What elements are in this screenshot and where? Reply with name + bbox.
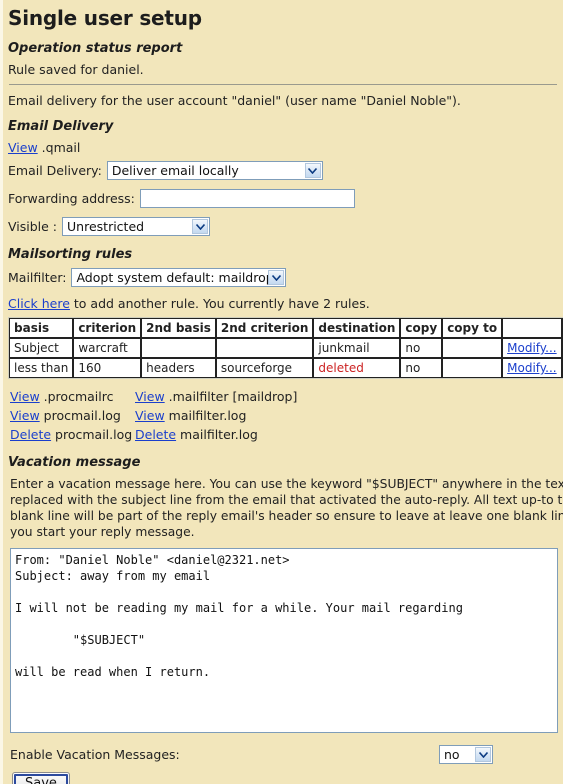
col-criterion: criterion: [73, 318, 142, 338]
log-row: Delete procmail.log Delete mailfilter.lo…: [10, 425, 563, 444]
cell-basis: Subject: [9, 338, 74, 358]
vacation-description: Enter a vacation message here. You can u…: [10, 477, 563, 539]
log-cell-delete-procmail-log: Delete procmail.log: [10, 425, 135, 444]
delete-procmail-log-link[interactable]: Delete: [10, 427, 51, 442]
divider: [9, 84, 557, 85]
view-procmailrc-link[interactable]: View: [10, 389, 40, 404]
cell-modify[interactable]: Modify...: [502, 358, 562, 378]
mailfilter-filename: .mailfilter [maildrop]: [164, 389, 298, 404]
mailsorting-heading: Mailsorting rules: [8, 247, 133, 262]
status-message: Rule saved for daniel.: [8, 62, 144, 77]
page-title: Single user setup: [8, 6, 202, 30]
enable-vacation-selected-value: no: [444, 747, 460, 762]
email-delivery-select[interactable]: Deliver email locally: [106, 161, 323, 180]
log-cell-mailfilter-log: View mailfilter.log: [135, 406, 385, 425]
visible-label: Visible :: [8, 219, 58, 234]
add-rule-link[interactable]: Click here: [8, 296, 70, 311]
mailfilter-select[interactable]: Adopt system default: maildrop: [71, 268, 287, 287]
add-rule-row: Click here to add another rule. You curr…: [8, 296, 563, 311]
log-row: View procmail.log View mailfilter.log: [10, 406, 563, 425]
mailfilter-log-filename: mailfilter.log: [176, 427, 258, 442]
chevron-down-icon[interactable]: [475, 747, 491, 762]
cell-copy-to: [442, 358, 503, 378]
enable-vacation-row: Enable Vacation Messages: no: [10, 745, 563, 764]
forwarding-address-row: Forwarding address:: [8, 189, 563, 208]
procmail-log-filename: procmail.log: [51, 427, 133, 442]
qmail-target: .qmail: [41, 140, 81, 155]
mailfilter-log-filename: mailfilter.log: [164, 408, 247, 423]
cell-destination: junkmail: [313, 338, 401, 358]
account-description: Email delivery for the user account "dan…: [8, 93, 461, 108]
log-cell-procmailrc: View .procmailrc: [10, 387, 135, 406]
mailfilter-row: Mailfilter: Adopt system default: maildr…: [8, 268, 563, 287]
save-button[interactable]: Save: [12, 772, 70, 784]
enable-vacation-select[interactable]: no: [439, 745, 493, 764]
mailfilter-label: Mailfilter:: [8, 270, 67, 285]
cell-2nd-criterion: [215, 338, 314, 358]
visible-select[interactable]: Unrestricted: [62, 217, 211, 236]
col-2nd-criterion: 2nd criterion: [215, 318, 314, 338]
rules-table-header-row: basis criterion 2nd basis 2nd criterion …: [9, 318, 563, 338]
modify-rule-link[interactable]: Modify...: [507, 341, 557, 355]
col-2nd-basis: 2nd basis: [141, 318, 216, 338]
cell-copy: no: [400, 338, 443, 358]
cell-destination: deleted: [313, 358, 401, 378]
delete-mailfilter-log-link[interactable]: Delete: [135, 427, 176, 442]
view-qmail-link[interactable]: View: [8, 140, 38, 155]
procmail-log-filename: procmail.log: [39, 408, 121, 423]
cell-copy-to: [442, 338, 503, 358]
chevron-down-icon[interactable]: [192, 219, 209, 234]
cell-copy: no: [400, 358, 443, 378]
qmail-view-row: View .qmail: [8, 140, 563, 155]
table-row: Subject warcraft junkmail no Modify... R…: [9, 338, 563, 358]
email-delivery-selected-value: Deliver email locally: [111, 163, 239, 178]
forwarding-address-input[interactable]: [139, 189, 355, 208]
email-delivery-heading: Email Delivery: [8, 119, 114, 134]
mailfilter-selected-value: Adopt system default: maildrop: [76, 270, 274, 285]
view-mailfilter-log-link[interactable]: View: [135, 408, 165, 423]
log-cell-procmail-log: View procmail.log: [10, 406, 135, 425]
visible-selected-value: Unrestricted: [67, 219, 145, 234]
chevron-down-icon[interactable]: [268, 270, 285, 285]
log-cell-mailfilter: View .mailfilter [maildrop]: [135, 387, 385, 406]
view-procmail-log-link[interactable]: View: [10, 408, 40, 423]
col-basis: basis: [9, 318, 74, 338]
cell-criterion: 160: [73, 358, 142, 378]
cell-2nd-basis: [141, 338, 216, 358]
table-row: less than 160 headers sourceforge delete…: [9, 358, 563, 378]
cell-criterion: warcraft: [73, 338, 142, 358]
cell-2nd-criterion: sourceforge: [215, 358, 314, 378]
cell-basis: less than: [9, 358, 74, 378]
forwarding-address-label: Forwarding address:: [8, 191, 135, 206]
rules-table: basis criterion 2nd basis 2nd criterion …: [8, 317, 563, 379]
col-copy-to: copy to: [442, 318, 503, 338]
email-delivery-row: Email Delivery: Deliver email locally: [8, 161, 563, 180]
vacation-heading: Vacation message: [8, 455, 141, 470]
chevron-down-icon[interactable]: [304, 163, 321, 178]
log-cell-delete-mailfilter-log: Delete mailfilter.log: [135, 425, 385, 444]
email-delivery-label: Email Delivery:: [8, 163, 102, 178]
cell-modify[interactable]: Modify...: [502, 338, 562, 358]
view-mailfilter-link[interactable]: View: [135, 389, 165, 404]
procmailrc-filename: .procmailrc: [39, 389, 114, 404]
enable-vacation-label: Enable Vacation Messages:: [10, 747, 180, 762]
log-links: View .procmailrc View .mailfilter [maild…: [10, 387, 563, 444]
col-modify: [502, 318, 562, 338]
col-destination: destination: [313, 318, 401, 338]
visible-row: Visible : Unrestricted: [8, 217, 563, 236]
cell-2nd-basis: headers: [141, 358, 216, 378]
operation-status-heading: Operation status report: [8, 41, 183, 56]
page-root: Single user setup Operation status repor…: [0, 0, 563, 784]
vacation-message-textarea[interactable]: [10, 548, 558, 733]
log-row: View .procmailrc View .mailfilter [maild…: [10, 387, 563, 406]
modify-rule-link[interactable]: Modify...: [507, 361, 557, 375]
add-rule-text: to add another rule. You currently have …: [69, 296, 370, 311]
col-copy: copy: [400, 318, 443, 338]
